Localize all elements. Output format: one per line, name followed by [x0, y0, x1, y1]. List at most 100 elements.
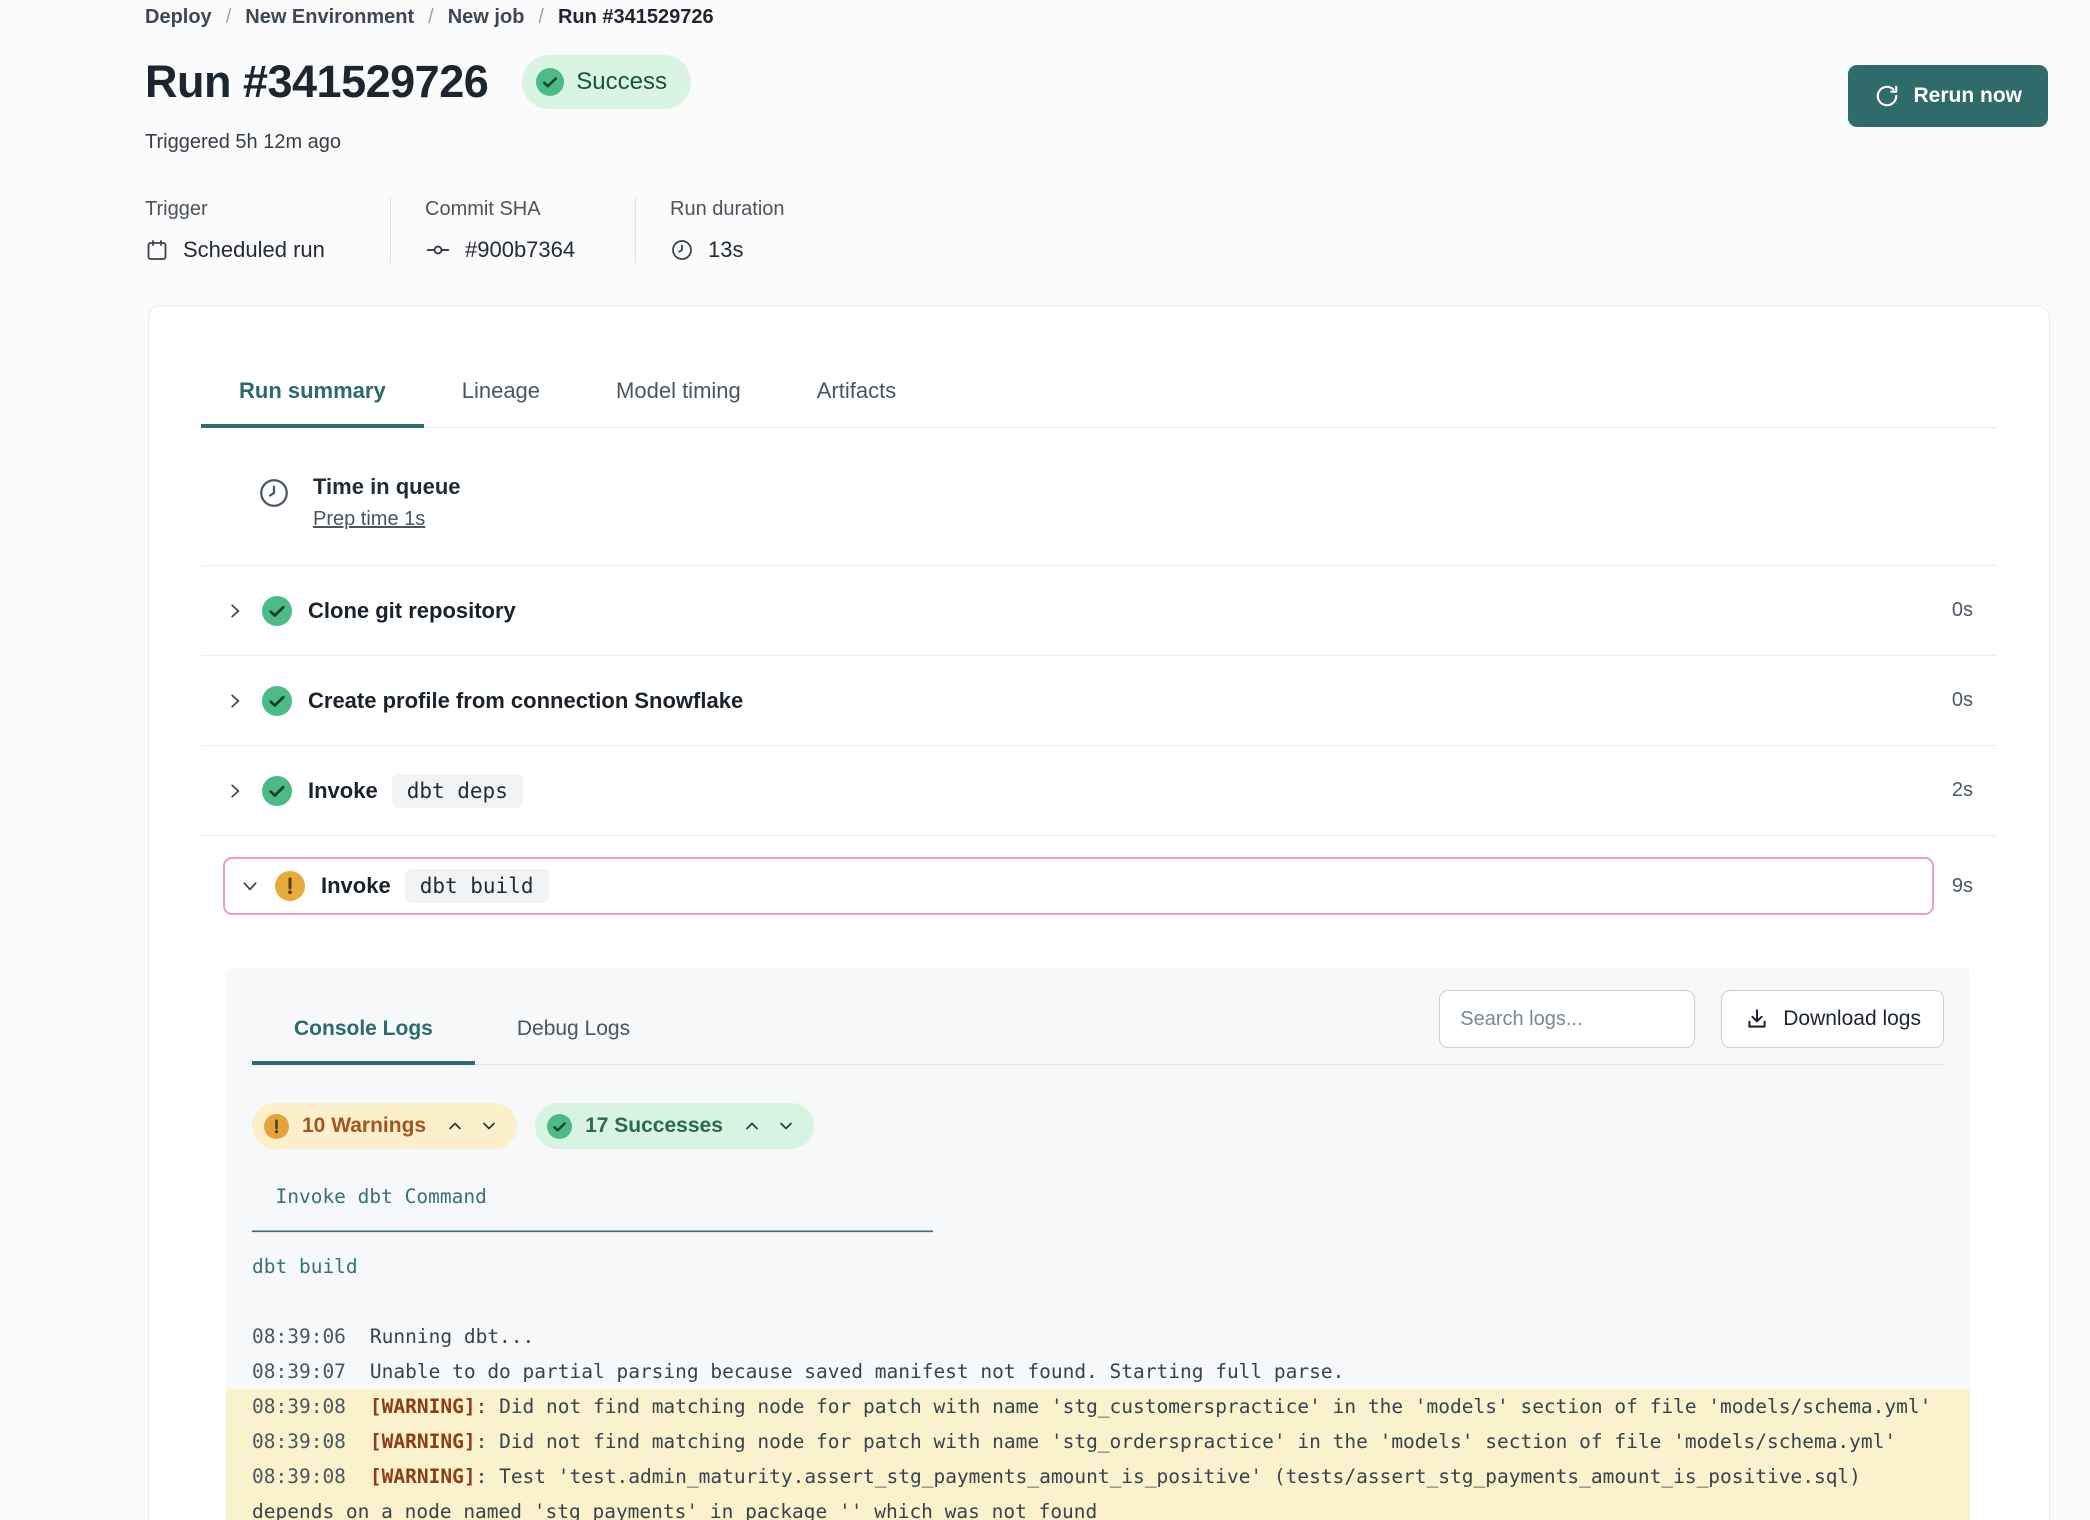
success-check-icon	[262, 686, 292, 716]
breadcrumb-separator: /	[226, 6, 232, 29]
log-timestamp: 08:39:07	[252, 1360, 346, 1383]
success-check-icon	[547, 1114, 572, 1139]
step-invoke-dbt-build[interactable]: Invoke dbt build 9s	[201, 836, 1997, 936]
run-duration-value: 13s	[708, 237, 743, 263]
tab-artifacts[interactable]: Artifacts	[779, 378, 934, 428]
successes-count-label: 17 Successes	[585, 1114, 723, 1138]
success-check-icon	[262, 596, 292, 626]
breadcrumb-new-environment[interactable]: New Environment	[245, 6, 414, 29]
tab-bar: Run summary Lineage Model timing Artifac…	[201, 378, 1997, 428]
expanded-step-box[interactable]: Invoke dbt build	[223, 857, 1934, 915]
log-line: 08:39:06 Running dbt...	[252, 1319, 1944, 1354]
step-invoke-dbt-deps[interactable]: Invoke dbt deps 2s	[201, 746, 1997, 836]
log-command: dbt build	[252, 1249, 1944, 1284]
step-duration: 9s	[1952, 875, 1973, 898]
search-logs-input[interactable]	[1439, 990, 1695, 1048]
commit-icon	[425, 237, 451, 263]
tab-model-timing[interactable]: Model timing	[578, 378, 779, 428]
queue-clock-icon	[257, 476, 291, 531]
tab-console-logs[interactable]: Console Logs	[252, 1001, 475, 1065]
log-message: : Test 'test.admin_maturity.assert_stg_p…	[252, 1465, 1873, 1520]
tab-run-summary[interactable]: Run summary	[201, 378, 424, 428]
meta-commit-sha: Commit SHA #900b7364	[390, 198, 635, 263]
log-message: : Did not find matching node for patch w…	[476, 1395, 1932, 1418]
calendar-icon	[145, 238, 169, 262]
chevron-down-icon	[241, 877, 259, 895]
previous-success-chevron-up-icon[interactable]	[744, 1118, 760, 1134]
tab-lineage[interactable]: Lineage	[424, 378, 578, 428]
download-icon	[1744, 1006, 1770, 1032]
log-timestamp: 08:39:06	[252, 1325, 346, 1348]
tab-debug-logs[interactable]: Debug Logs	[475, 1001, 672, 1065]
clock-icon	[670, 238, 694, 262]
step-name: Invoke	[321, 873, 391, 899]
triggered-time: Triggered 5h 12m ago	[145, 131, 2050, 154]
run-metadata: Trigger Scheduled run Commit SHA #900b73…	[145, 198, 2050, 263]
commit-sha-value: #900b7364	[465, 237, 575, 263]
page-title: Run #341529726	[145, 56, 488, 108]
refresh-icon	[1874, 83, 1900, 109]
log-timestamp: 08:39:08	[252, 1430, 346, 1453]
breadcrumb-separator: /	[538, 6, 544, 29]
successes-badge[interactable]: 17 Successes	[535, 1103, 814, 1149]
run-summary-card: Run summary Lineage Model timing Artifac…	[148, 305, 2050, 1520]
step-name: Invoke	[308, 778, 378, 804]
previous-warning-chevron-up-icon[interactable]	[447, 1118, 463, 1134]
log-warning-line: 08:39:08 [WARNING]: Test 'test.admin_matu…	[226, 1459, 1970, 1520]
log-warning-line: 08:39:08 [WARNING]: Did not find matching…	[226, 1389, 1970, 1424]
next-warning-chevron-down-icon[interactable]	[481, 1118, 497, 1134]
rerun-label: Rerun now	[1914, 84, 2023, 108]
log-message: : Did not find matching node for patch w…	[476, 1430, 1897, 1453]
run-duration-label: Run duration	[670, 198, 785, 221]
log-command-header: Invoke dbt Command	[252, 1179, 1944, 1214]
time-in-queue-section: Time in queue Prep time 1s	[201, 428, 1997, 566]
log-message: Unable to do partial parsing because sav…	[370, 1360, 1344, 1383]
status-label: Success	[576, 68, 667, 96]
log-blank-line	[252, 1284, 1944, 1319]
chevron-right-icon	[226, 602, 244, 620]
run-detail-page: Deploy / New Environment / New job / Run…	[0, 0, 2090, 1520]
step-duration: 0s	[1952, 689, 1973, 712]
success-check-icon	[262, 776, 292, 806]
warning-tag: [WARNING]	[370, 1395, 476, 1418]
console-logs-panel: Console Logs Debug Logs Download logs	[226, 968, 1970, 1520]
trigger-value: Scheduled run	[183, 237, 325, 263]
step-clone-git-repository[interactable]: Clone git repository 0s	[201, 566, 1997, 656]
step-create-profile-snowflake[interactable]: Create profile from connection Snowflake…	[201, 656, 1997, 746]
log-timestamp: 08:39:08	[252, 1465, 346, 1488]
log-message: Running dbt...	[370, 1325, 534, 1348]
chevron-right-icon	[226, 782, 244, 800]
log-header: Console Logs Debug Logs Download logs	[252, 990, 1944, 1065]
status-badge: Success	[522, 55, 691, 109]
download-logs-button[interactable]: Download logs	[1721, 990, 1944, 1048]
warning-icon	[264, 1114, 289, 1139]
commit-sha-label: Commit SHA	[425, 198, 591, 221]
prep-time-link[interactable]: Prep time 1s	[313, 508, 425, 531]
log-divider: ────────────────────────────────────────…	[252, 1214, 1944, 1249]
download-logs-label: Download logs	[1783, 1007, 1921, 1031]
rerun-button[interactable]: Rerun now	[1848, 65, 2049, 127]
breadcrumb: Deploy / New Environment / New job / Run…	[145, 6, 2050, 29]
log-line: 08:39:07 Unable to do partial parsing bec…	[252, 1354, 1944, 1389]
next-success-chevron-down-icon[interactable]	[778, 1118, 794, 1134]
chevron-right-icon	[226, 692, 244, 710]
step-name: Create profile from connection Snowflake	[308, 688, 743, 714]
log-warning-line: 08:39:08[WARNING]: Did not find matching…	[226, 1424, 1970, 1459]
log-output: Invoke dbt Command ─────────────────────…	[252, 1179, 1944, 1520]
command-chip: dbt build	[405, 869, 549, 903]
warning-icon	[275, 871, 305, 901]
log-badges: 10 Warnings 17 Successes	[252, 1103, 1944, 1149]
warning-tag: [WARNING]	[370, 1465, 476, 1488]
breadcrumb-deploy[interactable]: Deploy	[145, 6, 212, 29]
queue-title: Time in queue	[313, 474, 461, 500]
warnings-badge[interactable]: 10 Warnings	[252, 1103, 517, 1149]
breadcrumb-run: Run #341529726	[558, 6, 714, 29]
breadcrumb-separator: /	[428, 6, 434, 29]
log-timestamp: 08:39:08	[252, 1395, 346, 1418]
log-tab-bar: Console Logs Debug Logs	[252, 990, 672, 1064]
step-name: Clone git repository	[308, 598, 516, 624]
meta-run-duration: Run duration 13s	[635, 198, 829, 263]
meta-trigger: Trigger Scheduled run	[145, 198, 390, 263]
step-duration: 2s	[1952, 779, 1973, 802]
breadcrumb-new-job[interactable]: New job	[448, 6, 525, 29]
